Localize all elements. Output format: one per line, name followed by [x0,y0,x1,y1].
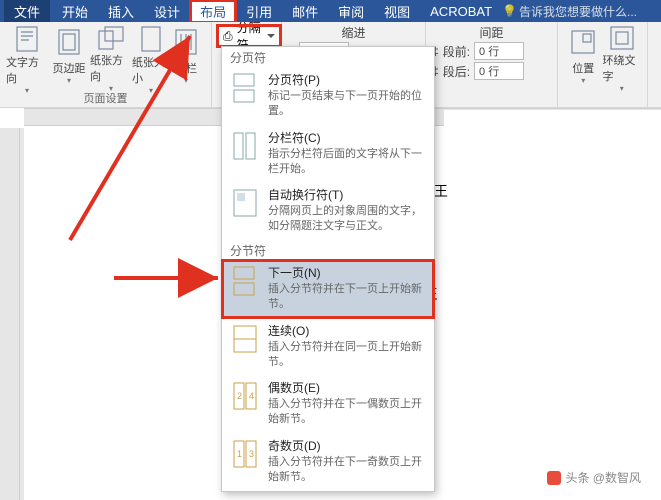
position-button[interactable]: 位置▾ [564,24,603,90]
margins-icon [53,26,85,58]
odd-page-icon: 13 [230,437,260,485]
menu-item-continuous[interactable]: 连续(O)插入分节符并在同一页上开始新节。 [222,318,434,376]
watermark-logo-icon [547,471,561,485]
tab-view[interactable]: 视图 [374,0,420,23]
chevron-down-icon [267,34,275,38]
tell-me[interactable]: 💡 告诉我您想要做什么... [502,3,637,20]
page-break-icon [230,71,260,119]
margins-button[interactable]: 页边距▾ [48,24,90,90]
svg-text:3: 3 [249,449,254,459]
svg-text:2: 2 [237,391,242,401]
tab-file[interactable]: 文件 [4,0,50,23]
orientation-button[interactable]: 纸张方向▾ [90,24,132,90]
menu-item-next-page[interactable]: 下一页(N)插入分节符并在下一页上开始新节。 [222,260,434,318]
menu-section-page-breaks: 分页符 [222,47,434,67]
size-button[interactable]: 纸张大小▾ [132,24,170,90]
wrap-text-button[interactable]: 环绕文字▾ [603,24,642,90]
group-label-page-setup: 页面设置 [0,90,211,107]
tab-review[interactable]: 审阅 [328,0,374,23]
ribbon-tabs: 文件 开始 插入 设计 布局 引用 邮件 审阅 视图 ACROBAT 💡 告诉我… [0,0,661,22]
lightbulb-icon: 💡 [502,4,517,18]
text-direction-button[interactable]: 文字方向▾ [6,24,48,90]
wrap-icon [606,26,638,50]
columns-button[interactable]: 分栏▾ [170,24,202,90]
tab-mailings[interactable]: 邮件 [282,0,328,23]
orientation-icon [95,26,127,50]
menu-item-odd-page[interactable]: 13 奇数页(D)插入分节符并在下一奇数页上开始新节。 [222,433,434,491]
watermark: 头条 @数智风 [547,469,641,486]
next-page-icon [230,264,260,312]
spacing-header: 间距 [432,24,551,41]
breaks-icon: ⎙ [223,29,233,44]
tab-design[interactable]: 设计 [144,0,190,23]
text-wrap-break-icon [230,186,260,234]
column-break-icon [230,129,260,177]
vertical-ruler[interactable] [0,128,20,500]
tab-home[interactable]: 开始 [52,0,98,23]
size-icon [135,26,167,52]
continuous-icon [230,322,260,370]
svg-text:4: 4 [249,391,254,401]
menu-item-even-page[interactable]: 24 偶数页(E)插入分节符并在下一偶数页上开始新节。 [222,375,434,433]
spacing-after-input[interactable]: 0 行 [474,62,524,80]
menu-item-text-wrap-break[interactable]: 自动换行符(T)分隔网页上的对象周围的文字，如分隔题注文字与正文。 [222,182,434,240]
even-page-icon: 24 [230,379,260,427]
spacing-before-input[interactable]: 0 行 [474,42,524,60]
menu-item-page-break[interactable]: 分页符(P)标记一页结束与下一页开始的位置。 [222,67,434,125]
tab-layout[interactable]: 布局 [190,0,236,23]
tab-insert[interactable]: 插入 [98,0,144,23]
menu-section-section-breaks: 分节符 [222,240,434,260]
indent-header: 缩进 [288,24,419,41]
menu-item-column-break[interactable]: 分栏符(C)指示分栏符后面的文字将从下一栏开始。 [222,125,434,183]
columns-icon [170,26,202,58]
position-icon [567,26,599,58]
breaks-menu: 分页符 分页符(P)标记一页结束与下一页开始的位置。 分栏符(C)指示分栏符后面… [221,46,435,492]
text-direction-icon [11,26,43,52]
tab-acrobat[interactable]: ACROBAT [420,2,502,21]
svg-text:1: 1 [237,449,242,459]
breaks-dropdown[interactable]: ⎙ 分隔符 [218,26,280,46]
